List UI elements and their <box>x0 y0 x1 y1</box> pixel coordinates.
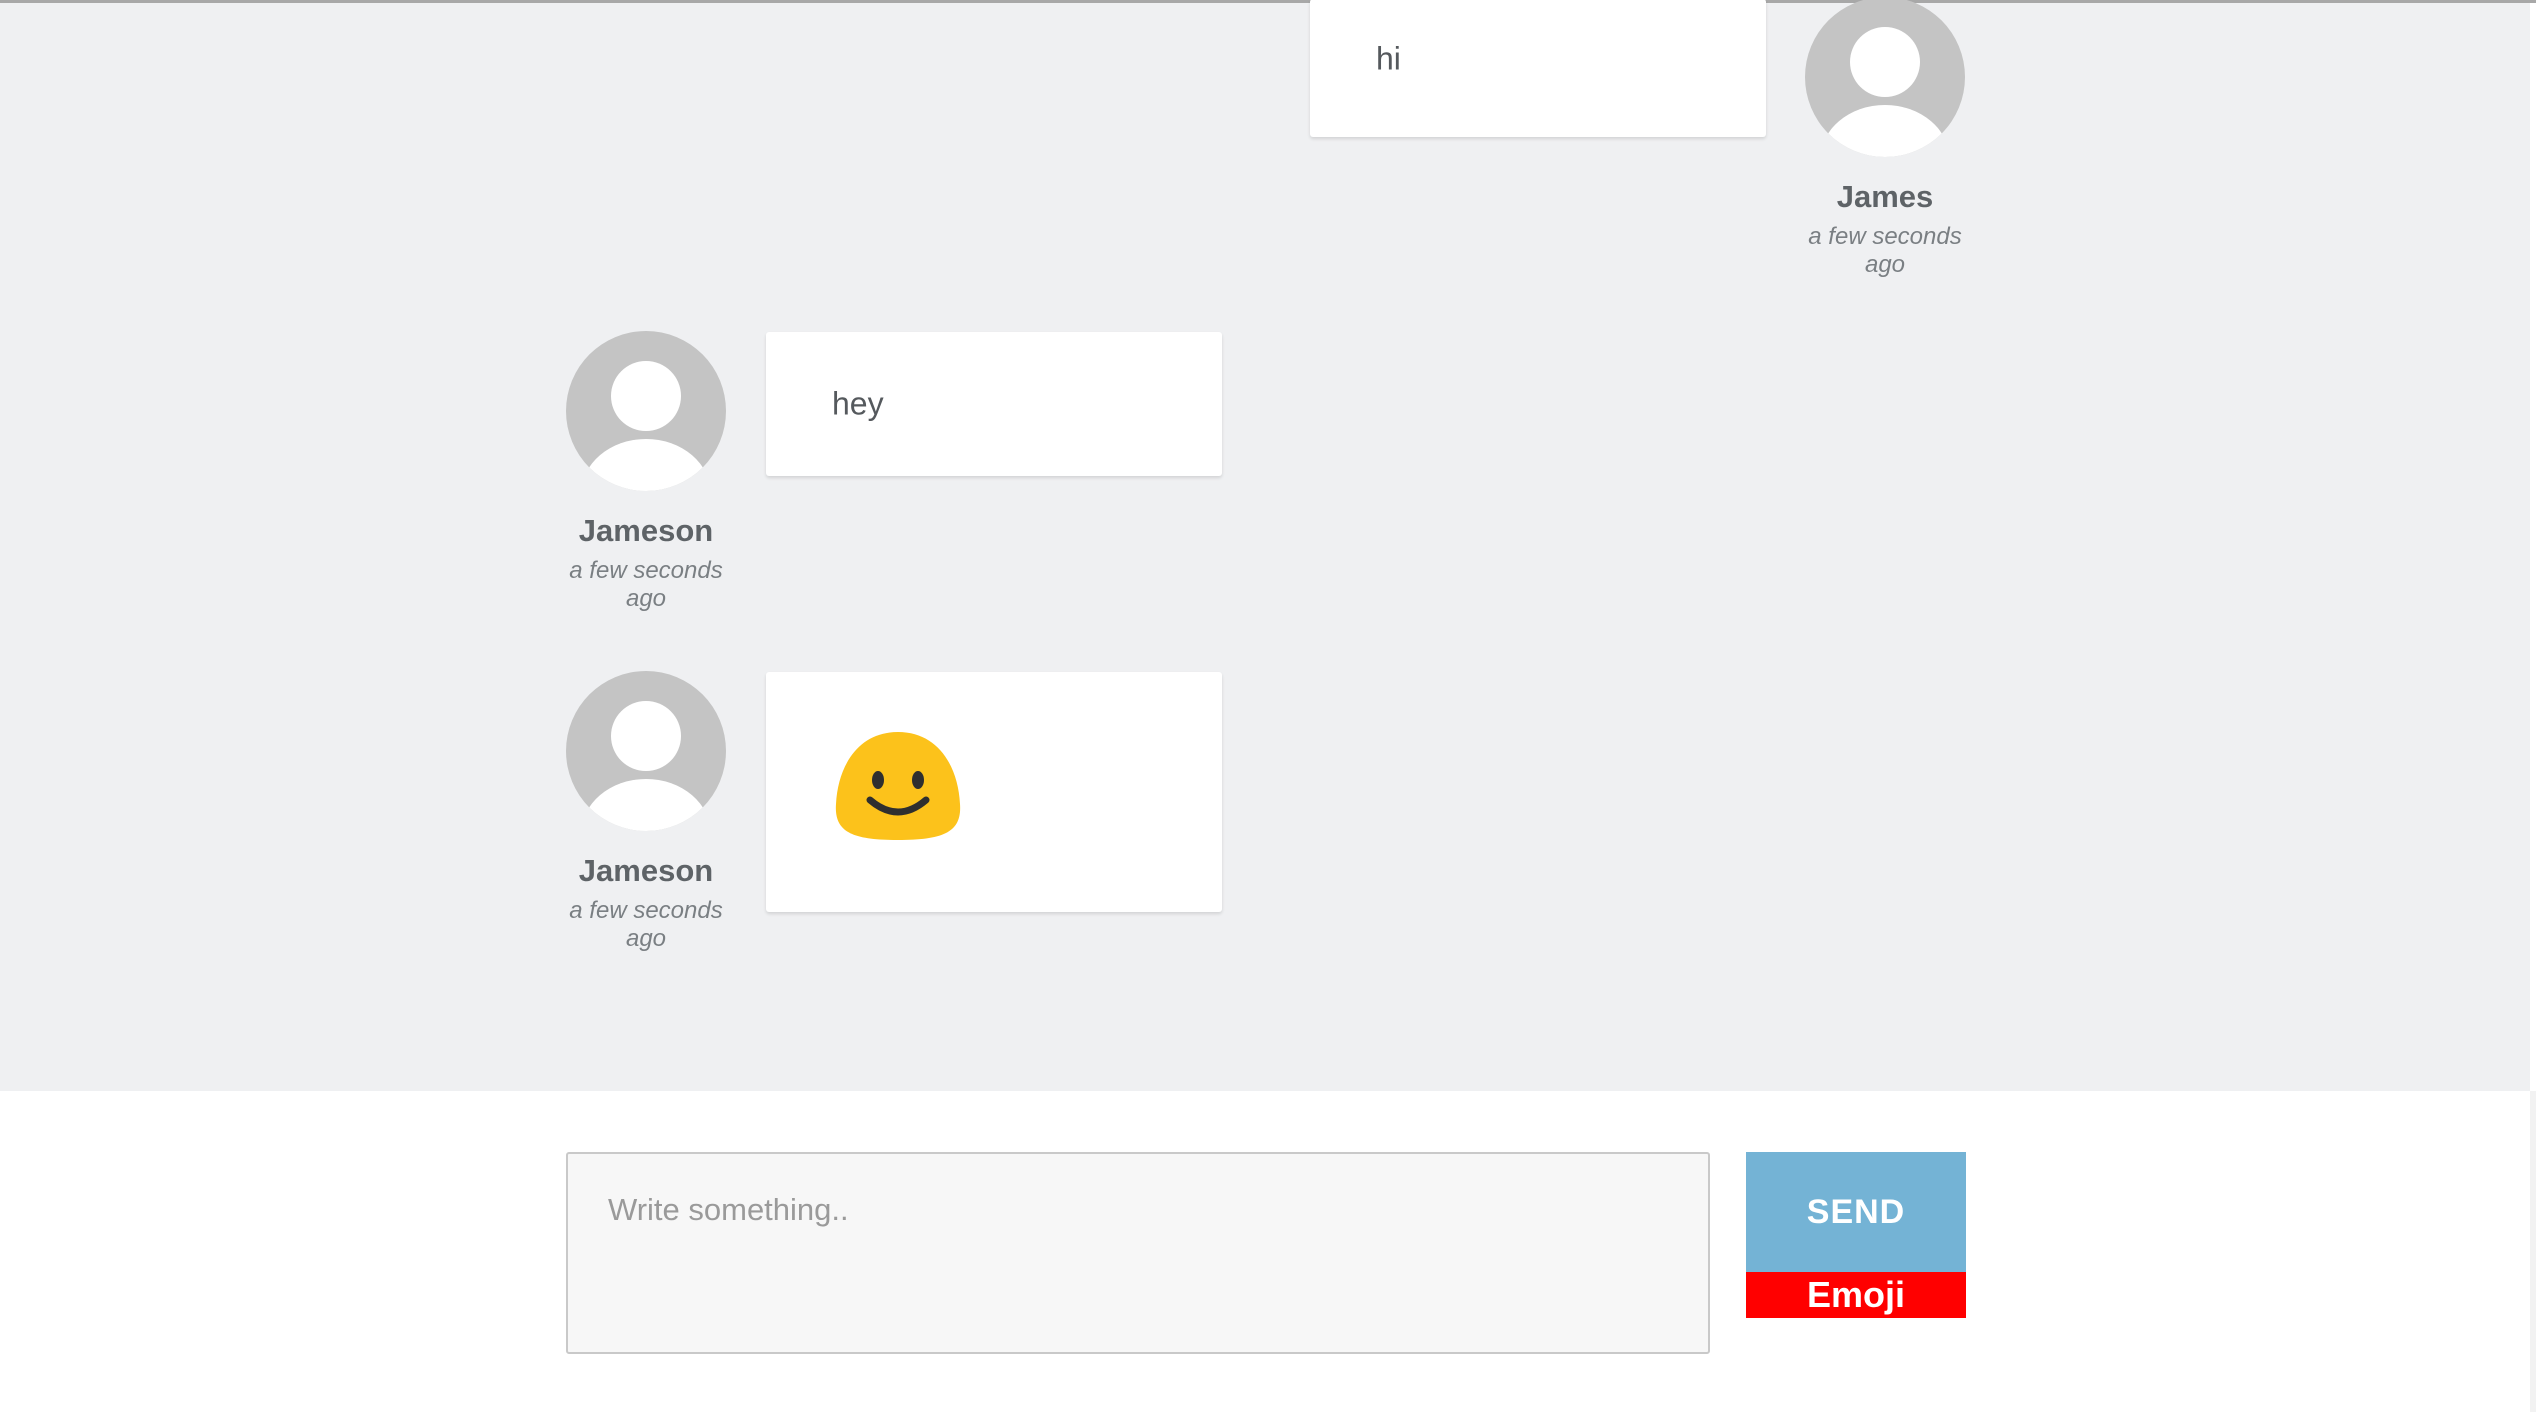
avatar <box>1805 0 1965 157</box>
message-input[interactable] <box>566 1152 1710 1354</box>
timestamp: a few seconds ago <box>569 557 723 612</box>
message-author: Jameson a few seconds ago <box>556 331 736 613</box>
smiling-face-icon <box>835 732 961 840</box>
chat-message-list[interactable]: hi James a few seconds ago Jameson a few… <box>0 0 2530 1091</box>
message-text: hi <box>1376 40 1401 77</box>
message-bubble: hey <box>766 332 1222 476</box>
avatar <box>566 671 726 831</box>
message-author: James a few seconds ago <box>1795 0 1975 279</box>
timestamp: a few seconds ago <box>1808 223 1962 278</box>
emoji-button[interactable]: Emoji <box>1746 1272 1966 1318</box>
message-bubble <box>766 672 1222 912</box>
emoji-button-label: Emoji <box>1806 1274 1905 1315</box>
user-name: James <box>1836 179 1934 214</box>
send-button[interactable]: SEND <box>1746 1152 1966 1272</box>
timestamp: a few seconds ago <box>569 897 723 952</box>
user-name: Jameson <box>578 853 714 888</box>
message-bubble: hi <box>1310 0 1766 137</box>
send-button-label: SEND <box>1806 1192 1906 1231</box>
avatar <box>566 331 726 491</box>
message-text: hey <box>832 385 884 422</box>
scrollbar-track <box>2530 1091 2536 1412</box>
message-author: Jameson a few seconds ago <box>556 671 736 953</box>
user-name: Jameson <box>578 513 714 548</box>
